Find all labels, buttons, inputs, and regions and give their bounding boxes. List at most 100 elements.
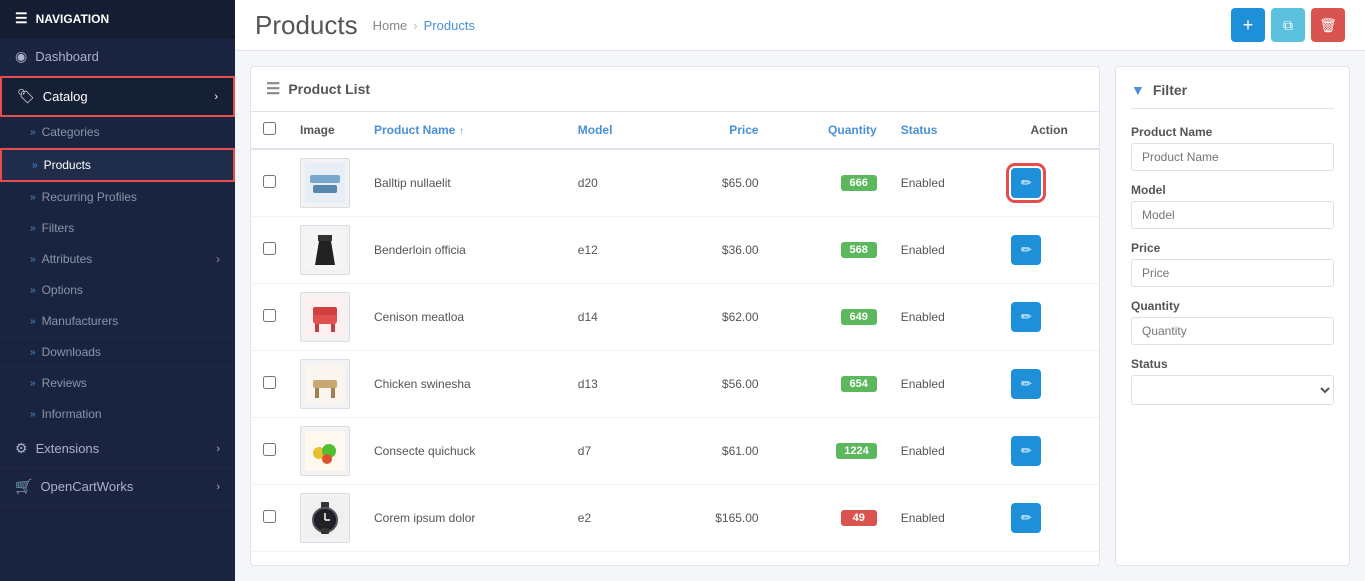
edit-button[interactable]: ✏ — [1011, 168, 1041, 198]
product-status: Enabled — [901, 176, 945, 190]
row-model-cell: d7 — [566, 418, 661, 485]
edit-button[interactable]: ✏ — [1011, 369, 1041, 399]
sidebar-item-information[interactable]: » Information — [0, 399, 235, 430]
sidebar-item-recurring-profiles[interactable]: » Recurring Profiles — [0, 182, 235, 213]
row-name-cell: Benderloin officia — [362, 217, 566, 284]
filter-icon: ▼ — [1131, 82, 1145, 98]
row-model-cell: e12 — [566, 217, 661, 284]
sidebar-item-filters[interactable]: » Filters — [0, 213, 235, 244]
edit-button[interactable]: ✏ — [1011, 302, 1041, 332]
filter-select-status[interactable]: Enabled Disabled — [1131, 375, 1334, 405]
product-image — [300, 158, 350, 208]
product-price: $61.00 — [722, 444, 759, 458]
product-status: Enabled — [901, 310, 945, 324]
product-status: Enabled — [901, 444, 945, 458]
catalog-icon: 🏷 — [17, 88, 35, 105]
th-price[interactable]: Price — [661, 112, 771, 149]
opencartworks-icon: 🛒 — [15, 478, 32, 495]
table-header-row: Image Product Name ↑ Model Price Quantit… — [251, 112, 1099, 149]
row-checkbox[interactable] — [263, 309, 276, 322]
edit-button[interactable]: ✏ — [1011, 503, 1041, 533]
row-action-cell: ✏ — [999, 485, 1099, 552]
row-qty-cell: 649 — [771, 284, 889, 351]
row-checkbox-cell — [251, 284, 288, 351]
row-name-cell: Corem ipsum dolor — [362, 485, 566, 552]
sidebar-item-categories-label: Categories — [42, 125, 100, 139]
sidebar-item-categories[interactable]: » Categories — [0, 117, 235, 148]
sort-asc-icon: ↑ — [459, 126, 464, 137]
filter-input-quantity[interactable] — [1131, 317, 1334, 345]
extensions-icon: ⚙ — [15, 440, 28, 457]
row-model-cell: e2 — [566, 485, 661, 552]
row-checkbox-cell — [251, 418, 288, 485]
sidebar-item-extensions-label: Extensions — [36, 441, 100, 456]
filter-group-status: Status Enabled Disabled — [1131, 357, 1334, 405]
row-checkbox-cell — [251, 351, 288, 418]
sidebar-item-attributes[interactable]: » Attributes › — [0, 244, 235, 275]
edit-button[interactable]: ✏ — [1011, 235, 1041, 265]
row-checkbox[interactable] — [263, 510, 276, 523]
arrow-icon: » — [30, 254, 36, 265]
qty-badge: 568 — [841, 242, 877, 258]
product-image — [300, 359, 350, 409]
product-model: d7 — [578, 444, 591, 458]
filter-group-product-name: Product Name — [1131, 125, 1334, 171]
sidebar-item-reviews[interactable]: » Reviews — [0, 368, 235, 399]
table-wrapper: Image Product Name ↑ Model Price Quantit… — [251, 112, 1099, 565]
filter-input-model[interactable] — [1131, 201, 1334, 229]
row-checkbox[interactable] — [263, 242, 276, 255]
row-status-cell: Enabled — [889, 351, 1000, 418]
breadcrumb-current[interactable]: Products — [424, 18, 475, 33]
row-price-cell: $65.00 — [661, 149, 771, 217]
filter-panel: ▼ Filter Product Name Model Price Quanti… — [1115, 66, 1350, 566]
sidebar-item-downloads[interactable]: » Downloads — [0, 337, 235, 368]
product-price: $65.00 — [722, 176, 759, 190]
select-all-checkbox[interactable] — [263, 122, 276, 135]
sidebar-item-manufacturers[interactable]: » Manufacturers — [0, 306, 235, 337]
th-status[interactable]: Status — [889, 112, 1000, 149]
row-status-cell: Enabled — [889, 485, 1000, 552]
sidebar-item-manufacturers-label: Manufacturers — [42, 314, 119, 328]
row-checkbox[interactable] — [263, 175, 276, 188]
filter-input-price[interactable] — [1131, 259, 1334, 287]
copy-button[interactable]: ⧉ — [1271, 8, 1305, 42]
row-action-cell: ✏ — [999, 351, 1099, 418]
row-qty-cell: 666 — [771, 149, 889, 217]
sidebar-item-extensions[interactable]: ⚙ Extensions › — [0, 430, 235, 468]
table-row: Cenison meatloa d14 $62.00 649 Enabled ✏ — [251, 284, 1099, 351]
th-model[interactable]: Model — [566, 112, 661, 149]
row-name-cell: Chicken swinesha — [362, 351, 566, 418]
table-row: Benderloin officia e12 $36.00 568 Enable… — [251, 217, 1099, 284]
pencil-icon: ✏ — [1021, 242, 1032, 258]
sidebar-item-products[interactable]: » Products — [0, 148, 235, 182]
page-title: Products — [255, 10, 358, 41]
pencil-icon: ✏ — [1021, 510, 1032, 526]
row-name-cell: Balltip nullaelit — [362, 149, 566, 217]
th-product-name[interactable]: Product Name ↑ — [362, 112, 566, 149]
product-image — [300, 292, 350, 342]
qty-badge: 654 — [841, 376, 877, 392]
row-image-cell — [288, 149, 362, 217]
arrow-icon: » — [30, 409, 36, 420]
row-model-cell: d13 — [566, 351, 661, 418]
sidebar-item-opencartworks[interactable]: 🛒 OpenCartWorks › — [0, 468, 235, 506]
sidebar-item-options[interactable]: » Options — [0, 275, 235, 306]
row-status-cell: Enabled — [889, 284, 1000, 351]
sidebar-item-dashboard[interactable]: ◉ Dashboard — [0, 38, 235, 76]
table-row: Corem ipsum dolor e2 $165.00 49 Enabled … — [251, 485, 1099, 552]
product-name: Chicken swinesha — [374, 377, 471, 391]
sidebar-item-catalog[interactable]: 🏷 Catalog › — [0, 76, 235, 117]
product-table-body: Balltip nullaelit d20 $65.00 666 Enabled… — [251, 149, 1099, 552]
add-button[interactable]: + — [1231, 8, 1265, 42]
product-image — [300, 225, 350, 275]
row-checkbox-cell — [251, 485, 288, 552]
row-checkbox[interactable] — [263, 443, 276, 456]
product-price: $62.00 — [722, 310, 759, 324]
delete-button[interactable]: 🗑 — [1311, 8, 1345, 42]
filter-input-product-name[interactable] — [1131, 143, 1334, 171]
th-quantity[interactable]: Quantity — [771, 112, 889, 149]
edit-button[interactable]: ✏ — [1011, 436, 1041, 466]
row-checkbox[interactable] — [263, 376, 276, 389]
arrow-icon: » — [30, 127, 36, 138]
qty-badge: 666 — [841, 175, 877, 191]
